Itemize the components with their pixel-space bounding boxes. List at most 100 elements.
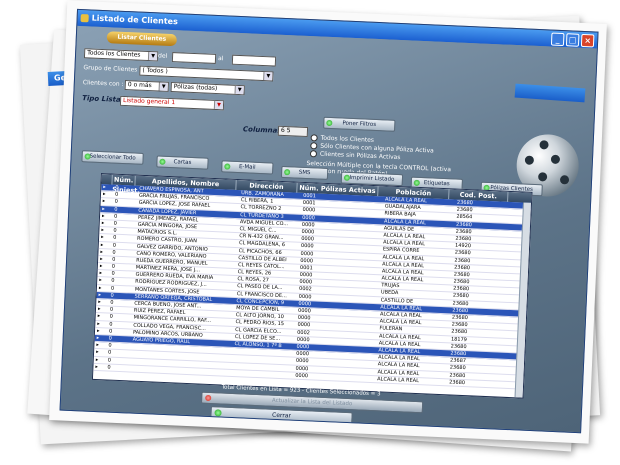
- filter-radio-group: Todos los Clientes Sólo Clientes con alg…: [309, 134, 434, 163]
- status-led-icon: [224, 163, 231, 170]
- row-arrow-icon: ▸: [96, 327, 100, 334]
- cell-direccion: [231, 370, 293, 379]
- cell-siniestros: 0: [110, 285, 115, 292]
- row-arrow-icon: ▸: [102, 205, 106, 212]
- cartas-button[interactable]: Cartas: [156, 155, 209, 170]
- email-button[interactable]: E-Mail: [221, 160, 274, 175]
- row-arrow-icon: ▸: [102, 198, 106, 205]
- maximize-button[interactable]: □: [565, 33, 580, 47]
- button-label: SMS: [298, 169, 311, 177]
- chevron-down-icon: ▼: [263, 72, 273, 81]
- cell-siniestros: 0: [109, 313, 113, 321]
- button-label: E-Mail: [238, 164, 256, 171]
- row-arrow-icon: ▸: [100, 234, 104, 241]
- clients-select-value: Todos los Clientes: [86, 49, 141, 59]
- row-arrow-icon: ▸: [100, 255, 103, 263]
- date-to-input[interactable]: [231, 54, 277, 67]
- grupo-label: Grupo de Clientes :: [83, 64, 142, 74]
- listar-clientes-button[interactable]: Listar Clientes: [106, 31, 178, 47]
- cell-siniestros: 0: [114, 199, 118, 206]
- clientes-con-select[interactable]: 0 o más ▼: [124, 80, 169, 92]
- tipo-lista-label: Tipo Lista:: [81, 94, 124, 104]
- cell-siniestros: 0: [113, 227, 117, 234]
- cell-siniestros: 0: [107, 357, 112, 364]
- date-from-input[interactable]: [171, 52, 217, 64]
- sms-button[interactable]: SMS: [280, 165, 329, 180]
- minimize-button[interactable]: _: [550, 32, 565, 47]
- col-header[interactable]: [101, 174, 113, 185]
- row-arrow-icon: ▸: [96, 342, 100, 349]
- button-label: Seleccionar Todo: [89, 153, 136, 162]
- cell-siniestros: 0: [107, 364, 111, 371]
- cell-siniestros: 0: [114, 191, 119, 199]
- sphere-dot: [539, 140, 549, 150]
- seleccionar-todo-button[interactable]: Seleccionar Todo: [81, 150, 144, 165]
- radio-icon: [309, 150, 318, 158]
- status-led-icon: [159, 158, 166, 165]
- cell-siniestros: 0: [113, 220, 118, 227]
- columnas-stepper[interactable]: 6 5: [277, 125, 309, 138]
- button-label: Etiquetas: [423, 180, 450, 188]
- button-label: Actualizar la Lista del Listado: [271, 397, 353, 408]
- cell-siniestros: 0: [112, 242, 117, 249]
- al-label: al: [217, 55, 224, 63]
- grupo-select-value: ( Todos ): [142, 66, 168, 75]
- row-arrow-icon: ▸: [99, 270, 103, 277]
- cell-siniestros: 0: [110, 292, 114, 299]
- status-led-icon: [205, 394, 212, 402]
- status-led-icon: [413, 179, 420, 186]
- button-label: Cerrar: [271, 411, 292, 420]
- clientes-con-label: Clientes con :: [82, 79, 124, 88]
- row-arrow-icon: ▸: [98, 291, 102, 298]
- status-led-icon: [326, 119, 333, 127]
- cell-siniestros: 0: [109, 306, 114, 313]
- row-arrow-icon: ▸: [97, 313, 101, 320]
- row-arrow-icon: ▸: [97, 306, 101, 313]
- app-icon: [80, 14, 89, 23]
- polizas-value: Pólizas (todas): [173, 83, 218, 93]
- row-arrow-icon: ▸: [99, 277, 102, 284]
- row-arrow-icon: ▸: [102, 191, 106, 198]
- row-arrow-icon: ▸: [101, 227, 105, 234]
- grupo-select[interactable]: ( Todos ) ▼: [139, 65, 274, 82]
- cell-siniestros: 0: [112, 234, 117, 242]
- radio-icon: [310, 134, 318, 142]
- tipo-lista-select[interactable]: Listado general 1 ▼: [119, 95, 225, 111]
- row-arrow-icon: ▸: [98, 284, 102, 291]
- cell-siniestros: 0: [109, 321, 113, 328]
- row-arrow-icon: ▸: [101, 220, 105, 227]
- del-label: del: [157, 52, 168, 60]
- cell-siniestros: 0: [110, 299, 114, 306]
- cell-siniestros: 0: [108, 342, 112, 349]
- row-arrow-icon: ▸: [95, 356, 99, 363]
- chevron-down-icon: ▼: [234, 85, 244, 95]
- sphere-dot: [537, 172, 548, 182]
- cell-siniestros: 0: [108, 328, 113, 335]
- cell-siniestros: 0: [112, 249, 116, 256]
- clientes-con-value: 0 o más: [127, 81, 152, 90]
- sphere-dot: [550, 154, 561, 165]
- poner-filtros-label: Poner Filtros: [342, 120, 377, 129]
- clients-select[interactable]: Todos los Clientes ▼: [83, 48, 159, 62]
- clientes-table: Núm. Siniest. Apellidos, Nombre Direcció…: [91, 173, 533, 399]
- row-arrow-icon: ▸: [101, 212, 105, 219]
- chevron-down-icon: ▼: [158, 82, 168, 91]
- app-window: Listado de Clientes _ □ × Listar Cliente…: [59, 8, 599, 434]
- cell-siniestros: 0: [111, 270, 115, 277]
- polizas-select[interactable]: Pólizas (todas) ▼: [170, 82, 245, 96]
- window-controls: _ □ ×: [550, 32, 595, 48]
- table-body: ▸ 0 CHAVERO ESPINOSA, ANT URB. ZAMORANA 0001…: [93, 184, 532, 390]
- poner-filtros-button[interactable]: Poner Filtros: [323, 116, 396, 132]
- row-arrow-icon: ▸: [95, 363, 99, 370]
- button-label: Imprimir Listado: [349, 174, 395, 183]
- tipo-lista-value: Listado general 1: [122, 96, 176, 107]
- row-arrow-icon: ▸: [96, 334, 100, 342]
- cell-siniestros: 0: [107, 349, 112, 356]
- row-arrow-icon: ▸: [103, 184, 106, 191]
- row-arrow-icon: ▸: [100, 248, 104, 255]
- cell-siniestros: 0: [111, 263, 116, 270]
- sphere-dot: [559, 175, 570, 185]
- close-window-button[interactable]: ×: [580, 33, 595, 48]
- columnas-value: 6 5: [280, 126, 291, 135]
- chevron-down-icon: ▼: [213, 100, 224, 110]
